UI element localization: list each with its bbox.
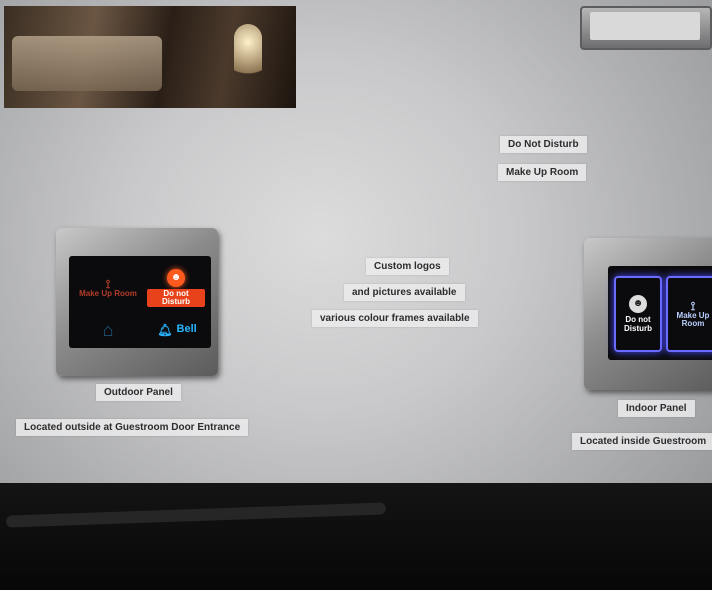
label-custom-logos: Custom logos (366, 258, 449, 275)
indoor-make-up-room-label: Make Up Room (676, 310, 710, 328)
dnd-icon: ☻ (629, 295, 647, 314)
outdoor-panel: ⟟ Make Up Room ☻ Do not Disturb ⌂ 🔔︎ Bel… (56, 228, 218, 376)
outdoor-dnd-label: Do not Disturb (147, 288, 205, 308)
outdoor-dnd-button[interactable]: ☻ Do not Disturb (147, 264, 205, 312)
indoor-dnd-button[interactable]: ☻ Do not Disturb (614, 276, 662, 352)
dark-floor (0, 483, 712, 590)
label-make-up-room: Make Up Room (498, 164, 587, 181)
indoor-make-up-room-button[interactable]: ⟟ Make Up Room (666, 276, 712, 352)
bell-icon: 🔔︎ (157, 323, 173, 337)
outdoor-make-up-room-button[interactable]: ⟟ Make Up Room (77, 264, 139, 312)
wall-switch (580, 6, 712, 50)
lamp-shape (234, 24, 262, 84)
hotel-room-photo (4, 6, 296, 108)
outdoor-bell-label: Bell (176, 323, 197, 336)
label-outdoor-location: Located outside at Guestroom Door Entran… (16, 419, 249, 436)
outdoor-bell-button[interactable]: 🔔︎ Bell (151, 318, 203, 342)
label-pictures-available: and pictures available (344, 284, 465, 301)
wall-switch-face (590, 12, 700, 40)
bed-shape (12, 36, 162, 91)
label-colour-frames: various colour frames available (312, 310, 478, 327)
indoor-panel-screen: ☻ Do not Disturb ⟟ Make Up Room (608, 266, 712, 360)
house-icon: ⌂ (102, 320, 114, 340)
outdoor-panel-screen: ⟟ Make Up Room ☻ Do not Disturb ⌂ 🔔︎ Bel… (69, 256, 211, 348)
label-indoor-panel: Indoor Panel (618, 400, 695, 417)
indoor-panel: ☻ Do not Disturb ⟟ Make Up Room (584, 238, 712, 390)
broom-icon: ⟟ (105, 276, 111, 291)
cable (5, 502, 387, 528)
label-outdoor-panel: Outdoor Panel (96, 384, 181, 401)
broom-icon: ⟟ (690, 298, 696, 313)
label-do-not-disturb: Do Not Disturb (500, 136, 587, 153)
indoor-dnd-label: Do not Disturb (624, 315, 652, 333)
dnd-icon: ☻ (167, 268, 185, 287)
display-board: Do Not Disturb Make Up Room Custom logos… (0, 0, 712, 590)
outdoor-home-button[interactable]: ⌂ (95, 318, 121, 342)
label-indoor-location: Located inside Guestroom (572, 433, 712, 450)
outdoor-make-up-room-label: Make Up Room (79, 288, 137, 298)
